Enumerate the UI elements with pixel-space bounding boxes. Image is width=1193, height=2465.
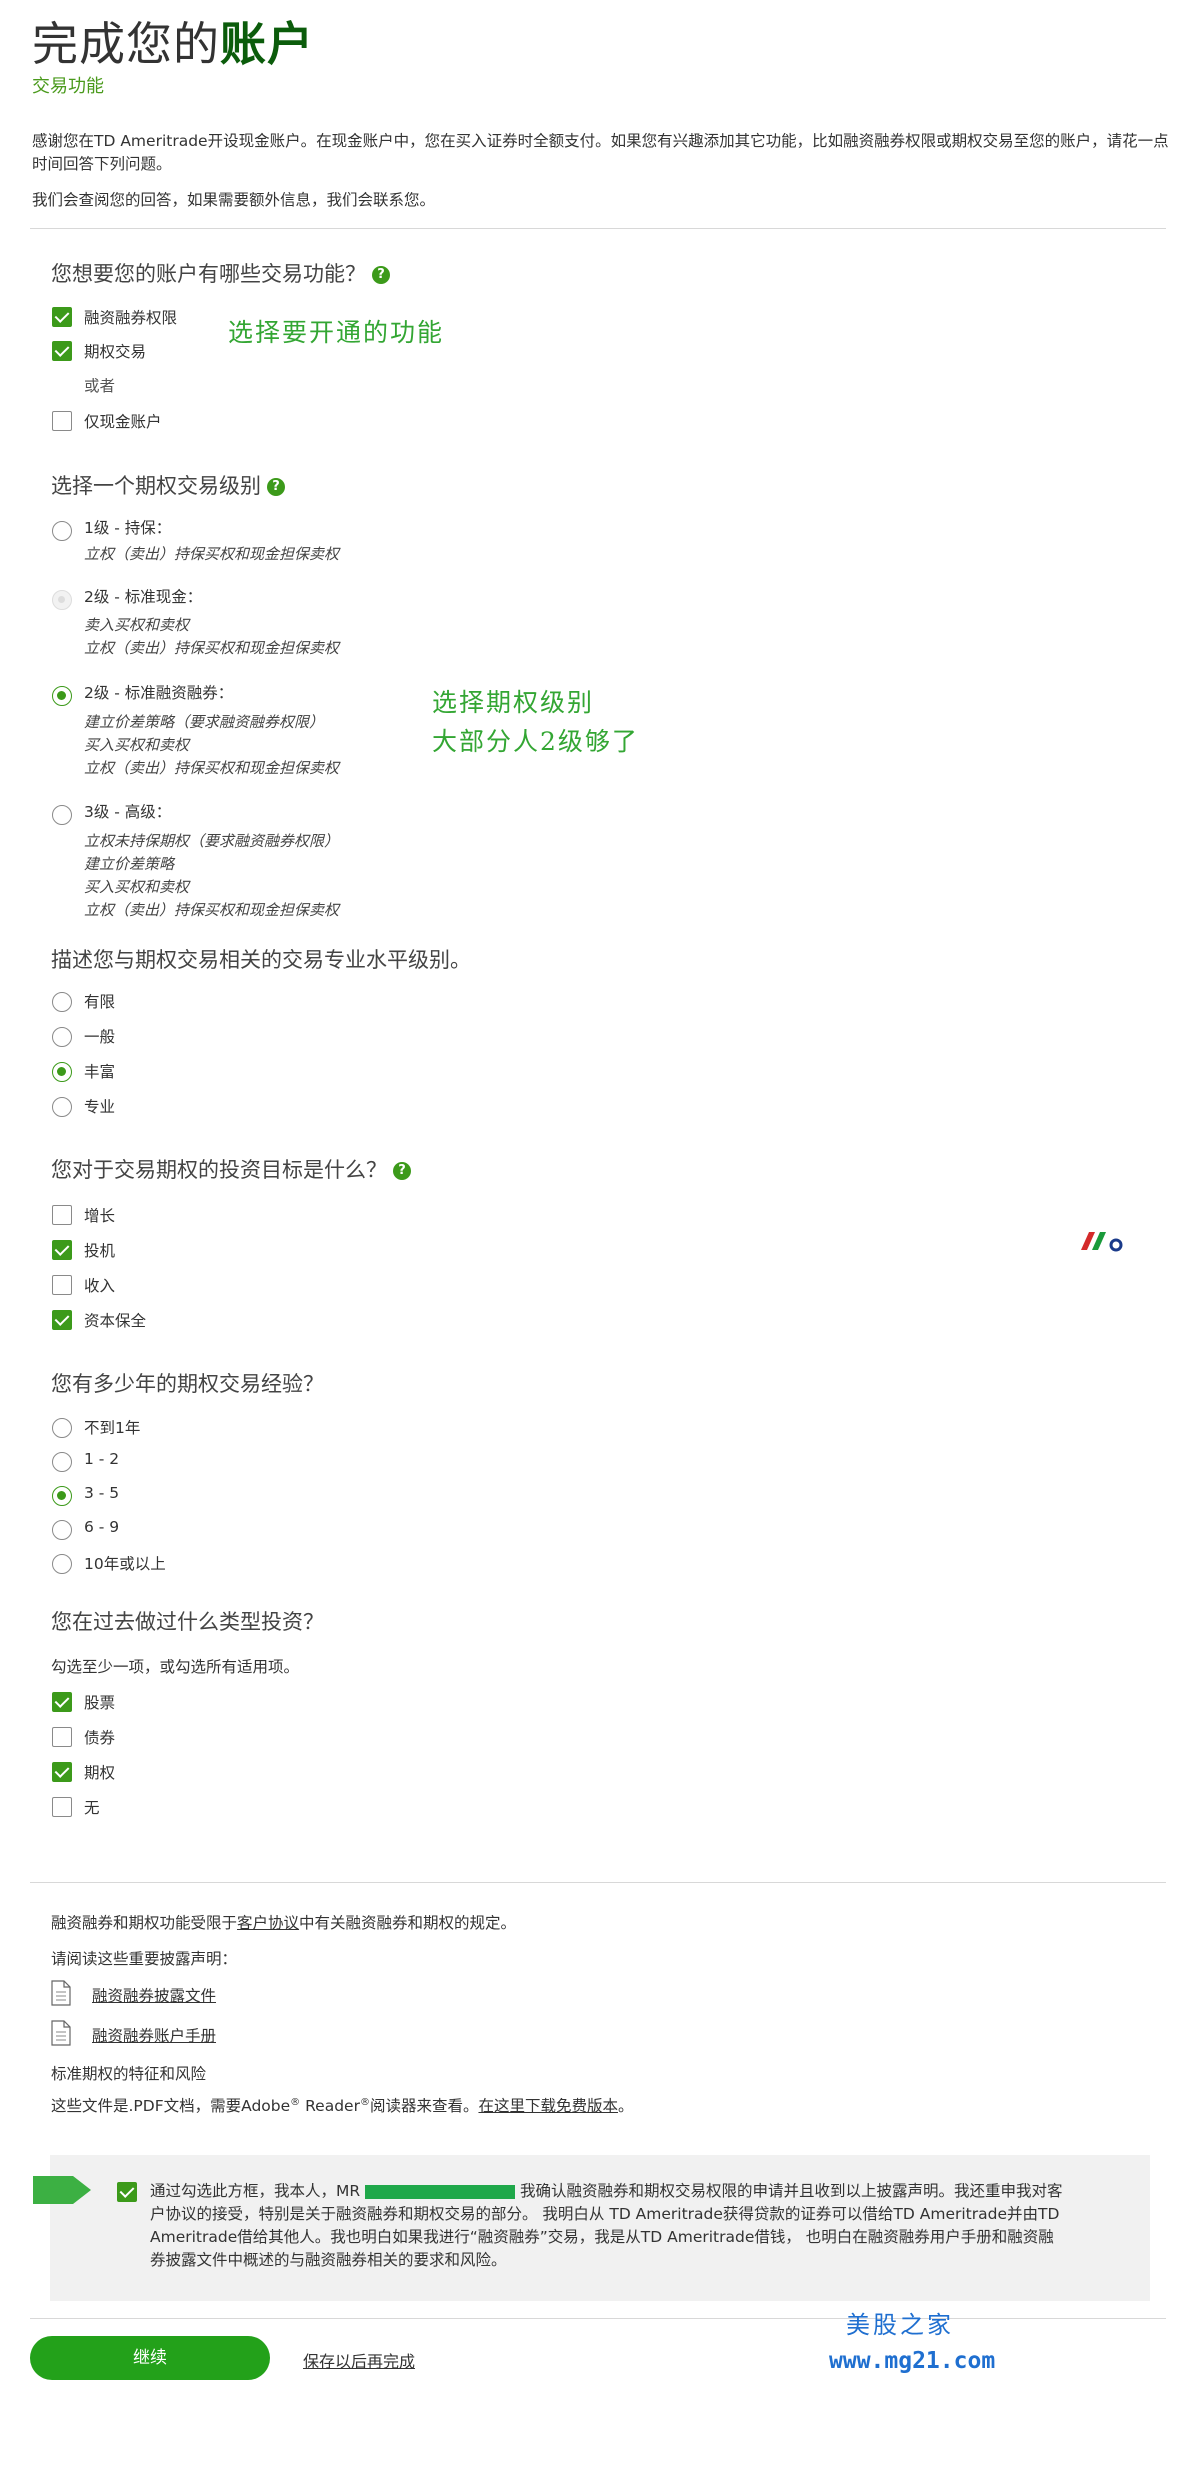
level-title: 2级 - 标准融资融券： [84, 684, 234, 702]
page-subtitle: 交易功能 [32, 76, 104, 97]
margin-disclosure-link[interactable]: 融资融券披露文件 [92, 1984, 216, 2006]
page-title: 完成您的账户 [32, 17, 314, 71]
help-icon[interactable]: ? [393, 1162, 411, 1180]
level-desc: 建立价差策略 [84, 855, 175, 873]
annotation-note: 选择期权级别 [432, 688, 595, 717]
pdf-note: 这些文件是.PDF文档，需要Adobe® Reader®阅读器来查看。在这里下载… [51, 2096, 634, 2115]
option-label: 1 - 2 [84, 1450, 120, 1468]
redacted-name [365, 2184, 516, 2199]
option-label: 期权 [84, 1764, 116, 1782]
continue-button[interactable]: 继续 [30, 2336, 270, 2380]
options-risk-doc[interactable]: 标准期权的特征和风险 [51, 2062, 206, 2084]
level-title: 2级 - 标准现金： [84, 588, 203, 606]
divider [30, 2318, 1166, 2319]
level-desc: 立权未持保期权（要求融资融券权限） [84, 832, 340, 850]
annotation-note: 选择要开通的功能 [228, 318, 445, 347]
option-label: 10年或以上 [84, 1555, 166, 1573]
checkbox-cash-only[interactable] [52, 411, 72, 431]
option-label: 仅现金账户 [84, 413, 162, 431]
option-label: 投机 [84, 1242, 116, 1260]
intro-paragraph: 感谢您在TD Ameritrade开设现金账户。在现金账户中，您在买入证券时全额… [32, 132, 1169, 173]
radio-level-2-margin[interactable] [52, 686, 72, 706]
level-title: 3级 - 高级： [84, 803, 172, 821]
radio-level-3[interactable] [52, 805, 72, 825]
radio-exp-lt1[interactable] [52, 1418, 72, 1438]
radio-exp-3-5[interactable] [52, 1486, 72, 1506]
option-label: 增长 [84, 1207, 116, 1225]
radio-exp-1-2[interactable] [52, 1452, 72, 1472]
checkbox-margin[interactable] [52, 307, 72, 327]
option-label: 不到1年 [84, 1419, 141, 1437]
option-label: 3 - 5 [84, 1484, 120, 1502]
option-label: 融资融券权限 [84, 309, 178, 327]
radio-level-1[interactable] [52, 521, 72, 541]
features-question: 您想要您的账户有哪些交易功能？? [51, 258, 390, 288]
annotation-note: 大部分人2级够了 [432, 727, 639, 756]
level-title: 1级 - 持保： [84, 519, 172, 537]
objectives-question: 您对于交易期权的投资目标是什么？? [51, 1154, 411, 1184]
option-label: 一般 [84, 1028, 116, 1046]
level-desc: 买入买权和卖权 [84, 878, 190, 896]
option-label: 股票 [84, 1694, 116, 1712]
divider [30, 228, 1166, 229]
divider [30, 1882, 1166, 1883]
help-icon[interactable]: ? [372, 266, 390, 284]
past-investments-question: 您在过去做过什么类型投资？ [51, 1610, 324, 1634]
checkbox-options-inv[interactable] [52, 1762, 72, 1782]
radio-expertise-limited[interactable] [52, 992, 72, 1012]
radio-exp-6-9[interactable] [52, 1520, 72, 1540]
option-label: 丰富 [84, 1063, 116, 1081]
options-level-question: 选择一个期权交易级别? [51, 470, 285, 500]
checkbox-stocks[interactable] [52, 1692, 72, 1712]
experience-question: 您有多少年的期权交易经验？ [51, 1372, 324, 1396]
margin-handbook-link[interactable]: 融资融券账户手册 [92, 2024, 216, 2046]
read-prompt: 请阅读这些重要披露声明： [51, 1950, 238, 1968]
document-icon [51, 2020, 71, 2046]
checkbox-growth[interactable] [52, 1205, 72, 1225]
option-label: 资本保全 [84, 1312, 147, 1330]
radio-expertise-extensive[interactable] [52, 1062, 72, 1082]
level-desc: 买入买权和卖权 [84, 736, 190, 754]
checkbox-none[interactable] [52, 1797, 72, 1817]
option-label: 债券 [84, 1729, 116, 1747]
expertise-question: 描述您与期权交易相关的交易专业水平级别。 [51, 948, 471, 972]
watermark-url: www.mg21.com [829, 2348, 996, 2374]
radio-level-2-cash [52, 590, 72, 610]
disclosure-statement: 融资融券和期权功能受限于客户协议中有关融资融券和期权的规定。 [51, 1914, 517, 1932]
consent-text: 通过勾选此方框，我本人，MR 我确认融资融券和期权交易权限的申请并且收到以上披露… [150, 2182, 1063, 2269]
option-label: 无 [84, 1799, 100, 1817]
client-agreement-link[interactable]: 客户协议 [237, 1914, 299, 1932]
radio-exp-10plus[interactable] [52, 1554, 72, 1574]
or-label: 或者 [84, 377, 116, 395]
level-desc: 立权（卖出）持保买权和现金担保卖权 [84, 759, 340, 777]
help-icon[interactable]: ? [267, 478, 285, 496]
level-desc: 立权（卖出）持保买权和现金担保卖权 [84, 545, 340, 563]
option-label: 6 - 9 [84, 1518, 120, 1536]
option-label: 有限 [84, 993, 116, 1011]
level-desc: 立权（卖出）持保买权和现金担保卖权 [84, 901, 340, 919]
save-later-link[interactable]: 保存以后再完成 [303, 2348, 415, 2372]
radio-expertise-average[interactable] [52, 1027, 72, 1047]
checkbox-income[interactable] [52, 1275, 72, 1295]
consent-checkbox[interactable] [117, 2182, 137, 2202]
watermark-title: 美股之家 [846, 2311, 954, 2339]
level-desc: 卖入买权和卖权 [84, 616, 190, 634]
level-desc: 立权（卖出）持保买权和现金担保卖权 [84, 639, 340, 657]
document-icon [51, 1980, 71, 2006]
logo-icon [1078, 1228, 1128, 1252]
option-label: 专业 [84, 1098, 116, 1116]
download-reader-link[interactable]: 在这里下载免费版本 [478, 2097, 618, 2115]
checkbox-options[interactable] [52, 341, 72, 361]
radio-expertise-professional[interactable] [52, 1097, 72, 1117]
option-label: 收入 [84, 1277, 116, 1295]
arrow-marker-icon [33, 2172, 93, 2208]
option-label: 期权交易 [84, 343, 147, 361]
level-desc: 建立价差策略（要求融资融券权限） [84, 713, 325, 731]
checkbox-bonds[interactable] [52, 1727, 72, 1747]
checkbox-speculation[interactable] [52, 1240, 72, 1260]
checkbox-capital-preservation[interactable] [52, 1310, 72, 1330]
select-hint: 勾选至少一项，或勾选所有适用项。 [51, 1658, 300, 1676]
review-note: 我们会查阅您的回答，如果需要额外信息，我们会联系您。 [32, 191, 436, 209]
